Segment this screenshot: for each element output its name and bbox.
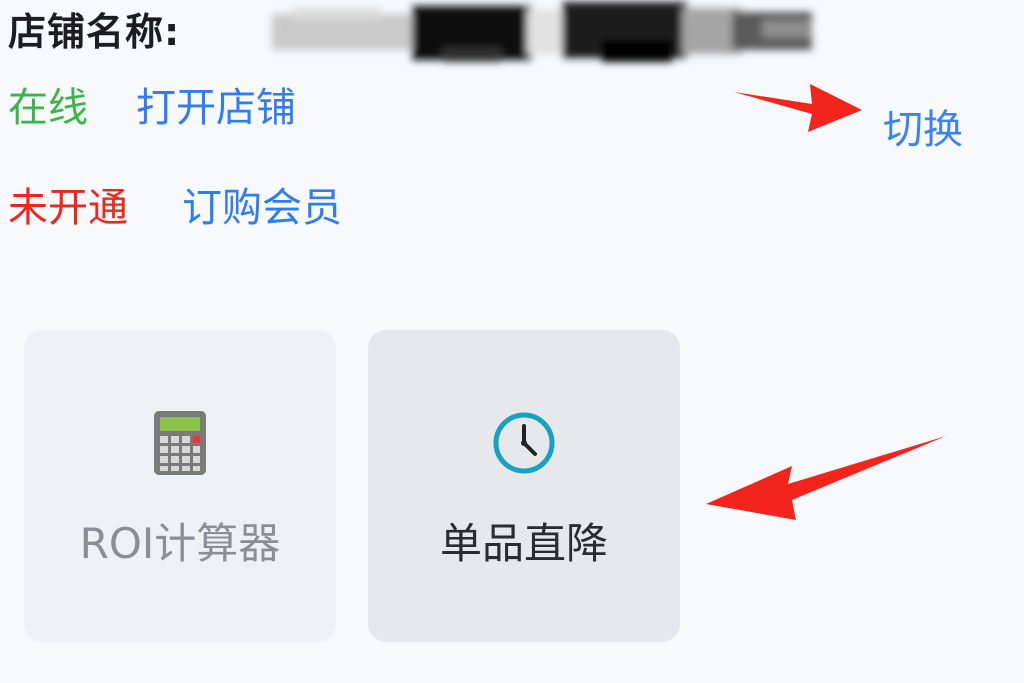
- annotation-arrow-switch: [734, 84, 862, 132]
- single-item-discount-card[interactable]: 单品直降: [368, 330, 680, 642]
- switch-store-link[interactable]: 切换: [883, 102, 963, 158]
- store-name-label: 店铺名称:: [8, 10, 181, 54]
- online-status: 在线: [8, 85, 88, 131]
- subscribe-membership-link[interactable]: 订购会员: [182, 180, 342, 236]
- not-open-status: 未开通: [8, 185, 128, 231]
- roi-calculator-label: ROI计算器: [79, 519, 281, 568]
- roi-calculator-card[interactable]: ROI计算器: [24, 330, 336, 642]
- annotation-arrow-card: [706, 436, 946, 520]
- clock-icon: [493, 412, 555, 474]
- redacted-store-name: [272, 2, 812, 62]
- calculator-icon: [154, 411, 206, 475]
- single-item-discount-label: 单品直降: [439, 519, 608, 568]
- open-store-link[interactable]: 打开店铺: [136, 80, 296, 136]
